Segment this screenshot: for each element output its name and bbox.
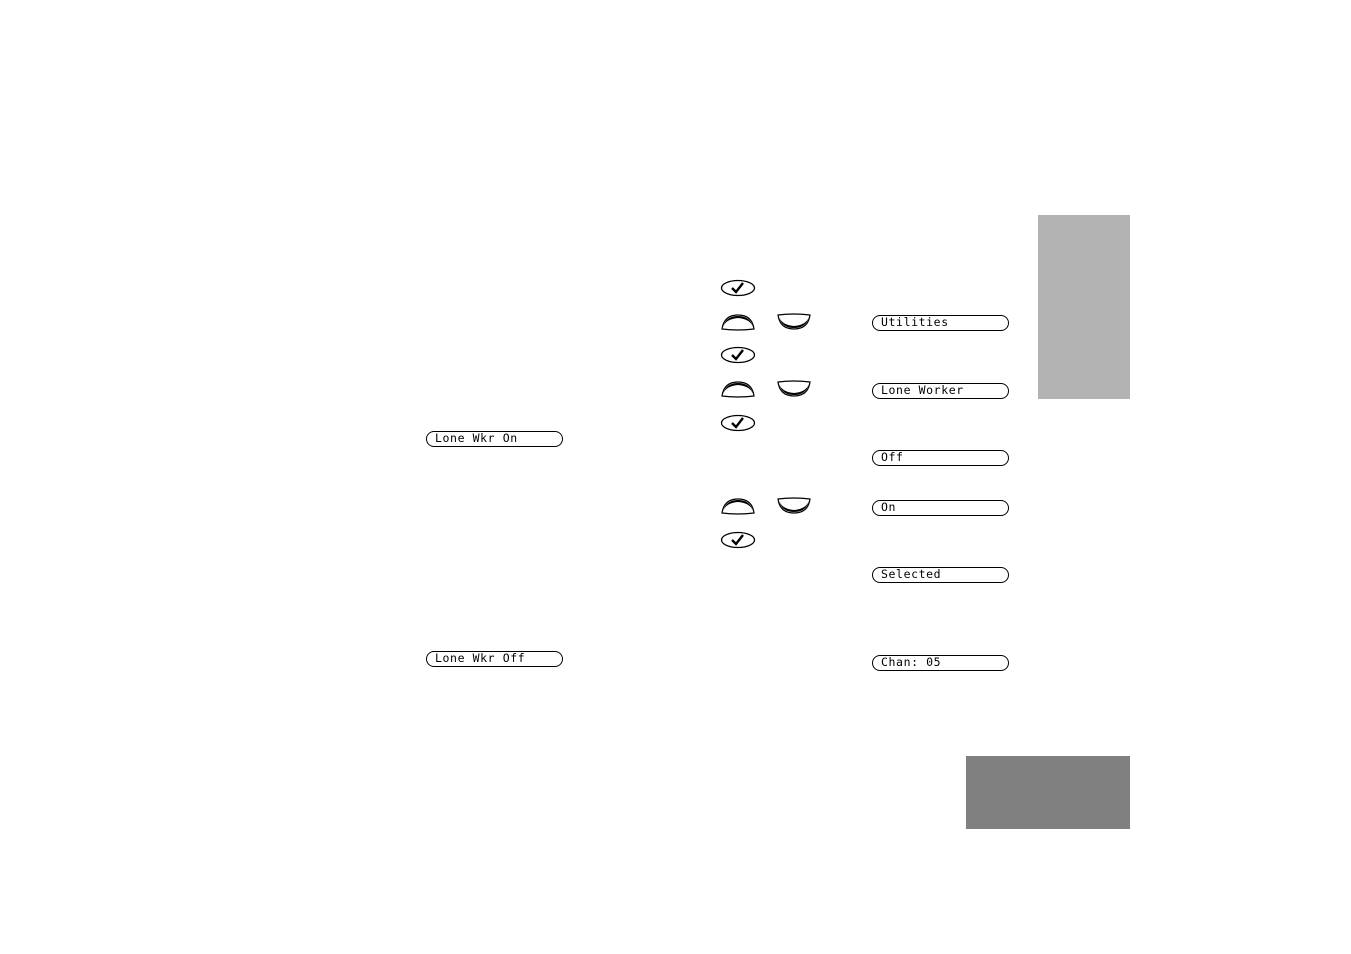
menu-select-key-icon <box>720 414 756 432</box>
display-text: Utilities <box>881 315 949 329</box>
section-tab-light <box>1038 215 1130 399</box>
display-utilities: Utilities <box>872 315 1009 331</box>
scroll-down-key-icon <box>777 497 811 514</box>
scroll-up-key-icon <box>721 314 755 331</box>
menu-select-key-icon <box>720 531 756 549</box>
display-text: Selected <box>881 567 942 581</box>
display-off: Off <box>872 450 1009 466</box>
section-tab-dark <box>966 756 1130 829</box>
scroll-down-key-icon <box>777 313 811 330</box>
display-channel: Chan: 05 <box>872 655 1009 671</box>
display-lone-worker: Lone Worker <box>872 383 1009 399</box>
scroll-down-key-icon <box>777 380 811 397</box>
display-text: On <box>881 500 897 514</box>
display-lone-wkr-on: Lone Wkr On <box>426 431 563 447</box>
display-lone-wkr-off: Lone Wkr Off <box>426 651 563 667</box>
display-text: Off <box>881 450 904 464</box>
display-text: Chan: 05 <box>881 655 942 669</box>
menu-select-key-icon <box>720 279 756 297</box>
menu-select-key-icon <box>720 346 756 364</box>
display-text: Lone Wkr Off <box>435 651 526 665</box>
display-text: Lone Worker <box>881 383 964 397</box>
display-text: Lone Wkr On <box>435 431 518 445</box>
display-selected: Selected <box>872 567 1009 583</box>
display-on: On <box>872 500 1009 516</box>
scroll-up-key-icon <box>721 381 755 398</box>
scroll-up-key-icon <box>721 498 755 515</box>
